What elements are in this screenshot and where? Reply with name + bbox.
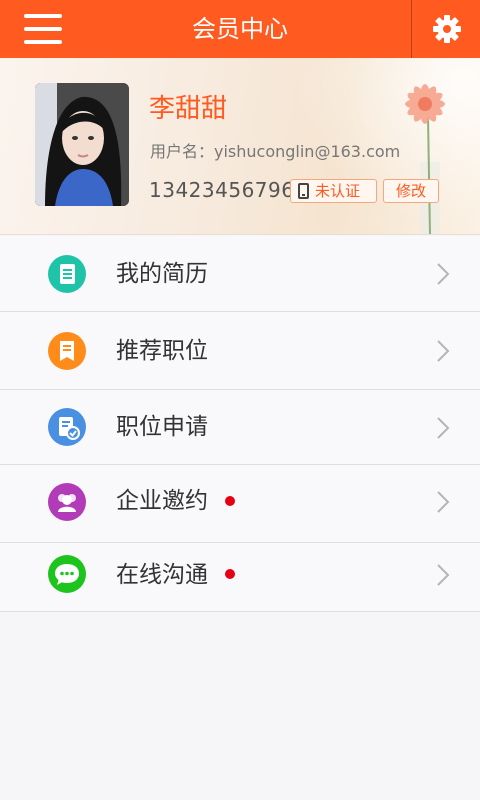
chevron-right-icon xyxy=(437,340,450,362)
gear-icon[interactable] xyxy=(430,12,464,46)
menu-item-label: 企业邀约 xyxy=(116,488,208,514)
verify-status-badge[interactable]: 未认证 xyxy=(290,179,377,203)
chevron-right-icon xyxy=(437,417,450,439)
top-bar: 会员中心 xyxy=(0,0,480,58)
menu-item-company-invitations[interactable]: 企业邀约 xyxy=(0,465,480,543)
menu-item-recommended-jobs[interactable]: 推荐职位 xyxy=(0,312,480,390)
menu-item-online-chat[interactable]: 在线沟通 xyxy=(0,543,480,612)
menu-item-label: 职位申请 xyxy=(116,414,208,440)
resume-icon xyxy=(48,255,86,293)
menu-item-label: 推荐职位 xyxy=(116,338,208,364)
member-menu-list: 我的简历 推荐职位 职位申请 企业邀约 在线沟通 xyxy=(0,236,480,612)
chat-icon xyxy=(48,555,86,593)
page-title: 会员中心 xyxy=(192,15,288,43)
edit-phone-button[interactable]: 修改 xyxy=(383,179,439,203)
phone-number: 13423456796 xyxy=(149,178,295,202)
profile-header: 李甜甜 用户名：yishuconglin@163.com 13423456796… xyxy=(0,58,480,235)
recommend-job-icon xyxy=(48,332,86,370)
application-icon xyxy=(48,408,86,446)
verify-status-label: 未认证 xyxy=(315,182,361,200)
avatar[interactable] xyxy=(35,83,129,206)
menu-item-label: 在线沟通 xyxy=(116,562,208,588)
menu-item-resume[interactable]: 我的简历 xyxy=(0,236,480,312)
username-text: 用户名：yishuconglin@163.com xyxy=(150,142,401,161)
menu-item-label: 我的简历 xyxy=(116,261,208,287)
user-name: 李甜甜 xyxy=(149,94,228,124)
unread-dot xyxy=(225,569,235,579)
chevron-right-icon xyxy=(437,491,450,513)
menu-item-job-applications[interactable]: 职位申请 xyxy=(0,390,480,465)
company-invite-icon xyxy=(48,483,86,521)
toolbar-divider xyxy=(411,0,412,58)
chevron-right-icon xyxy=(437,263,450,285)
mobile-phone-icon xyxy=(298,183,309,199)
unread-dot xyxy=(225,496,235,506)
chevron-right-icon xyxy=(437,564,450,586)
